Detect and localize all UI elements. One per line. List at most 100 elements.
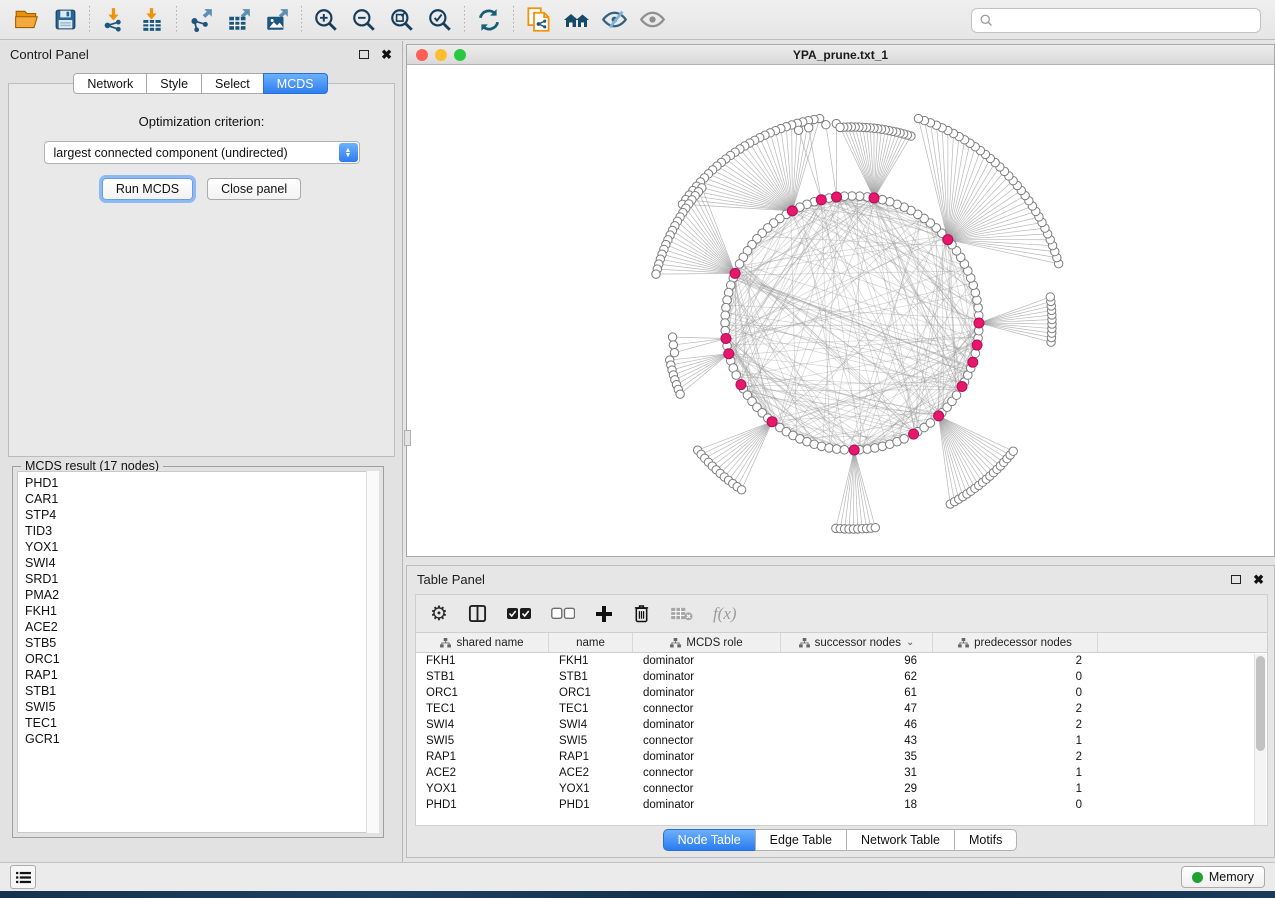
hide-selected-button[interactable] bbox=[595, 3, 633, 37]
zoom-selected-button[interactable] bbox=[421, 3, 459, 37]
table-row[interactable]: YOX1YOX1connector291 bbox=[416, 781, 1267, 797]
table-scrollbar-thumb[interactable] bbox=[1256, 656, 1265, 751]
show-columns-button[interactable] bbox=[468, 602, 487, 626]
import-network-button[interactable] bbox=[95, 3, 133, 37]
column-header-MCDS-role[interactable]: MCDS role bbox=[633, 633, 781, 652]
mcds-result-item[interactable]: PHD1 bbox=[25, 475, 378, 491]
table-row[interactable]: SWI5SWI5connector431 bbox=[416, 733, 1267, 749]
mcds-result-item[interactable]: GCR1 bbox=[25, 731, 378, 747]
plus-icon bbox=[595, 605, 613, 623]
table-cell: 31 bbox=[781, 765, 933, 781]
tab-node-table[interactable]: Node Table bbox=[663, 829, 756, 851]
float-panel-icon[interactable] bbox=[1231, 575, 1241, 584]
mcds-result-item[interactable]: TID3 bbox=[25, 523, 378, 539]
column-header-name[interactable]: name bbox=[549, 633, 633, 652]
open-file-button[interactable] bbox=[8, 3, 46, 37]
network-title: YPA_prune.txt_1 bbox=[793, 48, 888, 62]
search-input[interactable] bbox=[994, 11, 1260, 31]
node-table: shared namenameMCDS rolesuccessor nodes⌄… bbox=[415, 632, 1268, 826]
table-row[interactable]: PHD1PHD1dominator180 bbox=[416, 797, 1267, 813]
tab-mcds[interactable]: MCDS bbox=[263, 73, 328, 94]
mcds-result-list[interactable]: PHD1CAR1STP4TID3YOX1SWI4SRD1PMA2FKH1ACE2… bbox=[17, 471, 379, 833]
export-image-button[interactable] bbox=[258, 3, 296, 37]
show-all-button[interactable] bbox=[633, 3, 671, 37]
maximize-window-icon[interactable] bbox=[454, 49, 466, 61]
import-table-button[interactable] bbox=[133, 3, 171, 37]
mcds-result-item[interactable]: SWI5 bbox=[25, 699, 378, 715]
task-history-button[interactable] bbox=[10, 865, 36, 889]
save-session-button[interactable] bbox=[46, 3, 84, 37]
mcds-result-item[interactable]: TEC1 bbox=[25, 715, 378, 731]
close-panel-icon[interactable]: ✖ bbox=[1253, 573, 1264, 586]
mcds-result-item[interactable]: SWI4 bbox=[25, 555, 378, 571]
tab-network-table[interactable]: Network Table bbox=[846, 829, 955, 851]
table-row[interactable]: ORC1ORC1dominator610 bbox=[416, 685, 1267, 701]
refresh-button[interactable] bbox=[470, 3, 508, 37]
table-row[interactable]: STB1STB1dominator620 bbox=[416, 669, 1267, 685]
duplicate-network-icon bbox=[525, 6, 552, 33]
mcds-result-item[interactable]: STB1 bbox=[25, 683, 378, 699]
table-cell: 0 bbox=[933, 685, 1098, 701]
zoom-selected-icon bbox=[427, 7, 453, 33]
tab-network[interactable]: Network bbox=[73, 73, 147, 94]
mcds-result-item[interactable]: ORC1 bbox=[25, 651, 378, 667]
mcds-result-groupbox: MCDS result (17 nodes) PHD1CAR1STP4TID3Y… bbox=[12, 466, 384, 838]
panel-splitter-handle[interactable] bbox=[404, 430, 411, 446]
tab-style[interactable]: Style bbox=[146, 73, 202, 94]
table-cell: 29 bbox=[781, 781, 933, 797]
zoom-fit-button[interactable] bbox=[383, 3, 421, 37]
tab-motifs[interactable]: Motifs bbox=[954, 829, 1017, 851]
tab-edge-table[interactable]: Edge Table bbox=[755, 829, 847, 851]
criterion-dropdown-value: largest connected component (undirected) bbox=[54, 146, 288, 160]
table-scrollbar[interactable] bbox=[1254, 654, 1266, 825]
tab-select[interactable]: Select bbox=[201, 73, 264, 94]
select-all-button[interactable] bbox=[507, 602, 531, 626]
table-row[interactable]: TEC1TEC1connector472 bbox=[416, 701, 1267, 717]
table-row[interactable]: ACE2ACE2connector311 bbox=[416, 765, 1267, 781]
close-panel-icon[interactable]: ✖ bbox=[381, 48, 392, 61]
mcds-result-item[interactable]: FKH1 bbox=[25, 603, 378, 619]
mcds-result-item[interactable]: STB5 bbox=[25, 635, 378, 651]
network-titlebar[interactable]: YPA_prune.txt_1 bbox=[407, 45, 1274, 65]
search-field[interactable] bbox=[971, 8, 1261, 33]
network-canvas[interactable] bbox=[407, 65, 1274, 556]
mcds-result-item[interactable]: RAP1 bbox=[25, 667, 378, 683]
run-mcds-button[interactable]: Run MCDS bbox=[102, 178, 193, 200]
zoom-out-icon bbox=[351, 7, 377, 33]
zoom-out-button[interactable] bbox=[345, 3, 383, 37]
memory-button[interactable]: Memory bbox=[1181, 866, 1265, 888]
close-window-icon[interactable] bbox=[416, 49, 428, 61]
table-cell: FKH1 bbox=[416, 653, 549, 669]
mcds-result-item[interactable]: STP4 bbox=[25, 507, 378, 523]
mcds-result-item[interactable]: YOX1 bbox=[25, 539, 378, 555]
zoom-in-button[interactable] bbox=[307, 3, 345, 37]
table-row[interactable]: RAP1RAP1dominator352 bbox=[416, 749, 1267, 765]
table-cell: dominator bbox=[633, 717, 781, 733]
column-header-predecessor-nodes[interactable]: predecessor nodes bbox=[933, 633, 1098, 652]
deselect-all-button[interactable] bbox=[551, 602, 575, 626]
export-table-button[interactable] bbox=[220, 3, 258, 37]
delete-column-button[interactable] bbox=[633, 602, 650, 626]
column-header-shared-name[interactable]: shared name bbox=[416, 633, 549, 652]
mcds-result-item[interactable]: ACE2 bbox=[25, 619, 378, 635]
delete-table-button[interactable] bbox=[670, 602, 693, 626]
mcds-result-item[interactable]: CAR1 bbox=[25, 491, 378, 507]
criterion-dropdown[interactable]: largest connected component (undirected)… bbox=[44, 141, 360, 164]
mcds-result-item[interactable]: PMA2 bbox=[25, 587, 378, 603]
table-row[interactable]: SWI4SWI4dominator462 bbox=[416, 717, 1267, 733]
table-settings-button[interactable]: ⚙ bbox=[430, 602, 448, 626]
export-network-button[interactable] bbox=[182, 3, 220, 37]
first-neighbors-button[interactable] bbox=[557, 3, 595, 37]
table-cell: 96 bbox=[781, 653, 933, 669]
mcds-list-scrollbar[interactable] bbox=[366, 471, 379, 833]
close-panel-button[interactable]: Close panel bbox=[207, 178, 301, 200]
float-panel-icon[interactable] bbox=[359, 50, 369, 59]
table-row[interactable]: FKH1FKH1dominator962 bbox=[416, 653, 1267, 669]
add-column-button[interactable] bbox=[595, 602, 613, 626]
minimize-window-icon[interactable] bbox=[435, 49, 447, 61]
mcds-result-item[interactable]: SRD1 bbox=[25, 571, 378, 587]
eye-slash-icon bbox=[601, 6, 628, 33]
duplicate-network-button[interactable] bbox=[519, 3, 557, 37]
column-header-successor-nodes[interactable]: successor nodes⌄ bbox=[781, 633, 933, 652]
function-builder-button[interactable]: f(x) bbox=[713, 602, 737, 626]
